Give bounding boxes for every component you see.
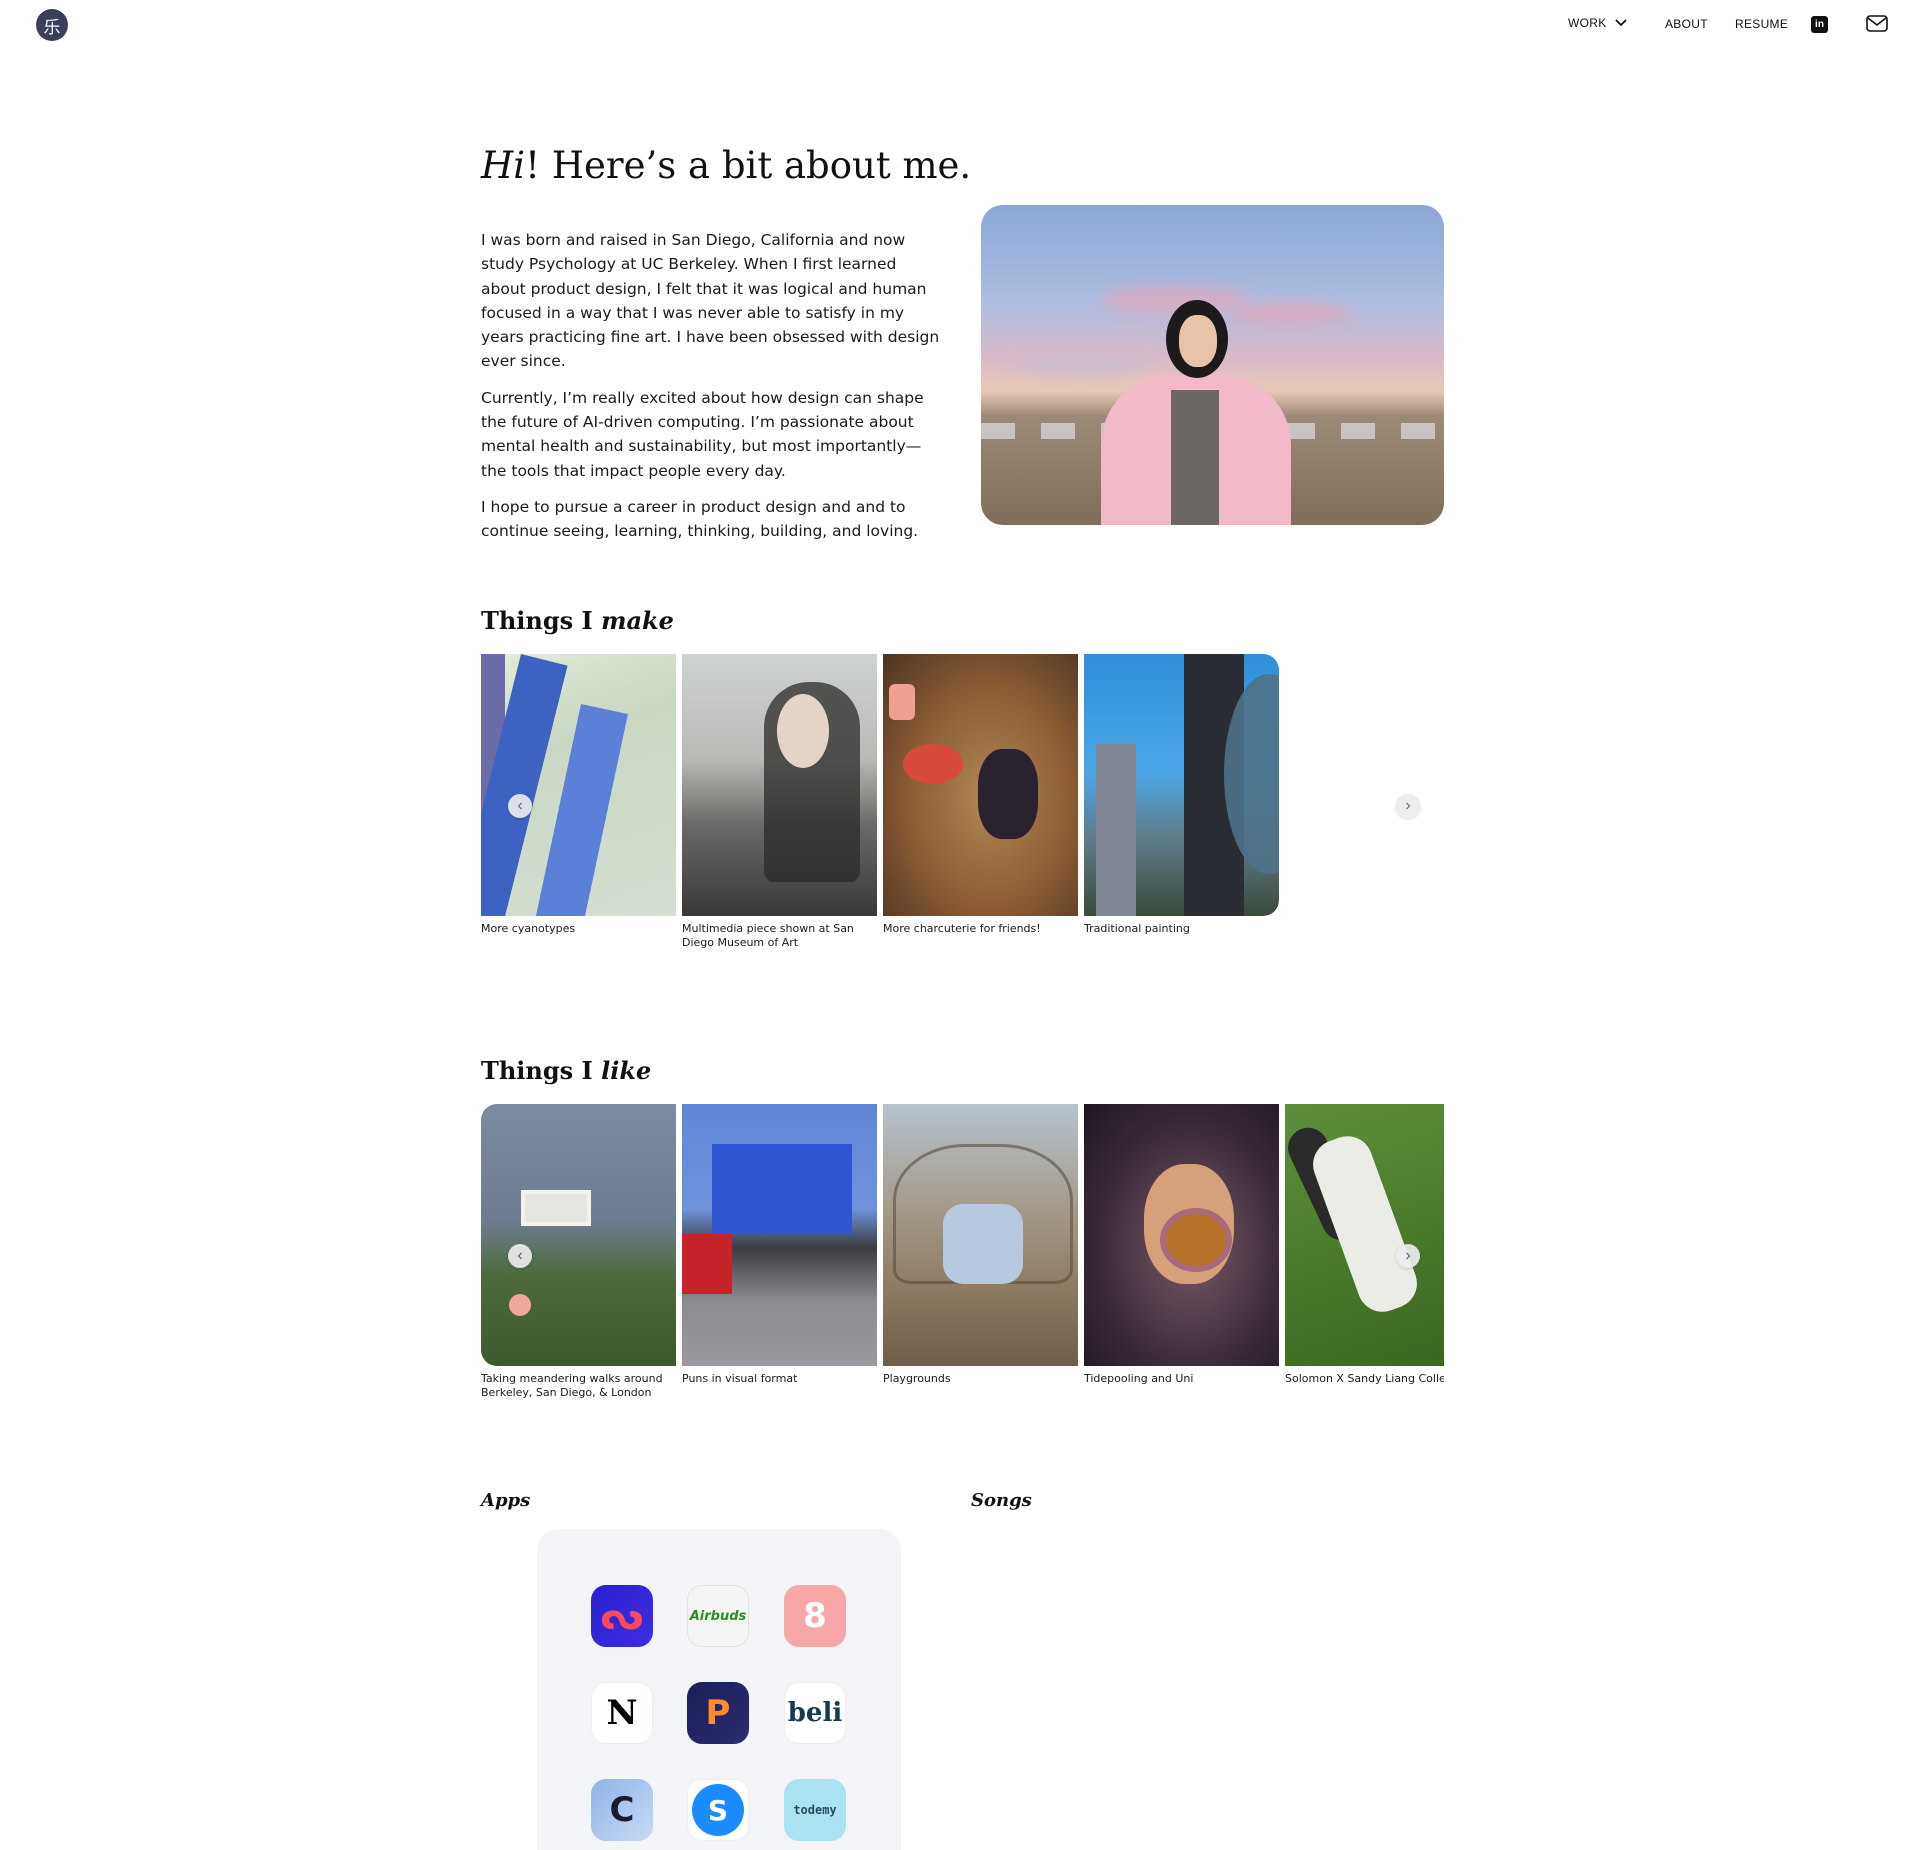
intro-paragraph: I hope to pursue a career in product des… — [481, 497, 919, 541]
intro-text: I was born and raised in San Diego, Cali… — [481, 228, 941, 556]
app-glyph: Airbuds — [689, 1608, 747, 1624]
carousel-card[interactable]: Multimedia piece shown at San Diego Muse… — [682, 654, 877, 950]
title-prefix: Things I — [481, 606, 602, 635]
title-italic: Hi — [481, 144, 526, 187]
carousel-card[interactable]: More charcuterie for friends! — [883, 654, 1078, 936]
app-icon-beli[interactable]: beli — [784, 1682, 846, 1744]
carousel-next-button[interactable]: › — [1396, 794, 1420, 818]
like-carousel[interactable]: Taking meandering walks around Berkeley,… — [481, 1104, 1444, 1404]
app-icon-5[interactable]: P — [687, 1682, 749, 1744]
nav-about[interactable]: ABOUT — [1665, 17, 1708, 31]
app-icon-7[interactable]: C — [591, 1779, 653, 1841]
make-carousel[interactable]: More cyanotypes Multimedia piece shown a… — [481, 654, 1444, 954]
card-caption: Multimedia piece shown at San Diego Muse… — [682, 922, 854, 949]
card-caption: More cyanotypes — [481, 922, 576, 935]
app-glyph: N — [606, 1693, 638, 1733]
cyanotype-image — [481, 654, 676, 916]
tidepooling-image — [1084, 1104, 1279, 1366]
intro-paragraph: Currently, I’m really excited about how … — [481, 388, 924, 480]
app-icon-3[interactable]: 8 — [784, 1585, 846, 1647]
carousel-prev-button[interactable]: ‹ — [508, 794, 532, 818]
portrait-photo — [981, 205, 1444, 525]
chevron-left-icon: ‹ — [517, 797, 523, 814]
chevron-right-icon: › — [1405, 797, 1411, 814]
intro-paragraph: I was born and raised in San Diego, Cali… — [481, 231, 940, 371]
linkedin-icon[interactable]: in — [1811, 16, 1828, 33]
app-glyph: todemy — [793, 1803, 837, 1817]
app-glyph: 8 — [803, 1596, 827, 1636]
apps-panel: ᔓ Airbuds 8 N P beli C S todemy — [537, 1529, 901, 1850]
app-icon-notion[interactable]: N — [591, 1682, 653, 1744]
puns-image — [682, 1104, 877, 1366]
page-title: Hi! Here’s a bit about me. — [481, 144, 971, 187]
chevron-left-icon: ‹ — [517, 1247, 523, 1264]
app-icon-todemy[interactable]: todemy — [784, 1779, 846, 1841]
card-caption: Taking meandering walks around Berkeley,… — [481, 1372, 663, 1399]
carousel-card[interactable]: Traditional painting — [1084, 654, 1279, 936]
title-prefix: Things I — [481, 1056, 602, 1085]
nav-work-label: WORK — [1568, 16, 1607, 30]
logo-glyph: 乐 — [43, 17, 61, 38]
carousel-prev-button[interactable]: ‹ — [508, 1244, 532, 1268]
songs-title: Songs — [971, 1490, 1032, 1511]
chevron-down-icon — [1614, 19, 1627, 27]
card-caption: Playgrounds — [883, 1372, 951, 1385]
app-glyph: beli — [787, 1698, 843, 1728]
section-title-like: Things I like — [481, 1056, 651, 1085]
app-glyph: ᔓ — [600, 1594, 644, 1638]
painting-image — [1084, 654, 1279, 916]
section-title-make: Things I make — [481, 606, 674, 635]
card-caption: Tidepooling and Uni — [1084, 1372, 1194, 1385]
carousel-card[interactable]: Solomon X Sandy Liang Collec — [1285, 1104, 1444, 1386]
card-caption: More charcuterie for friends! — [883, 922, 1041, 935]
carousel-card[interactable]: Tidepooling and Uni — [1084, 1104, 1279, 1386]
chevron-right-icon: › — [1405, 1247, 1411, 1264]
app-icon-shazam[interactable]: S — [687, 1779, 749, 1841]
title-italic: like — [601, 1056, 652, 1085]
app-glyph: P — [705, 1693, 731, 1733]
carousel-card[interactable]: Playgrounds — [883, 1104, 1078, 1386]
app-icon-airbuds[interactable]: Airbuds — [687, 1585, 749, 1647]
shoes-image — [1285, 1104, 1444, 1366]
playgrounds-image — [883, 1104, 1078, 1366]
charcuterie-image — [883, 654, 1078, 916]
title-italic: make — [601, 606, 674, 635]
app-icon-1[interactable]: ᔓ — [591, 1585, 653, 1647]
app-glyph: S — [707, 1793, 729, 1827]
multimedia-image — [682, 654, 877, 916]
title-rest: ! Here’s a bit about me. — [525, 144, 972, 187]
carousel-card[interactable]: More cyanotypes — [481, 654, 676, 936]
carousel-next-button[interactable]: › — [1396, 1244, 1420, 1268]
app-glyph: C — [609, 1790, 635, 1830]
card-caption: Puns in visual format — [682, 1372, 798, 1385]
nav-resume[interactable]: RESUME — [1735, 17, 1788, 31]
card-caption: Solomon X Sandy Liang Collec — [1285, 1372, 1444, 1385]
mail-icon[interactable] — [1866, 15, 1888, 32]
walks-image — [481, 1104, 676, 1366]
apps-title: Apps — [481, 1490, 531, 1511]
carousel-card[interactable]: Puns in visual format — [682, 1104, 877, 1386]
card-caption: Traditional painting — [1084, 922, 1190, 935]
nav-work[interactable]: WORK — [1568, 16, 1627, 30]
logo[interactable]: 乐 — [36, 9, 68, 41]
